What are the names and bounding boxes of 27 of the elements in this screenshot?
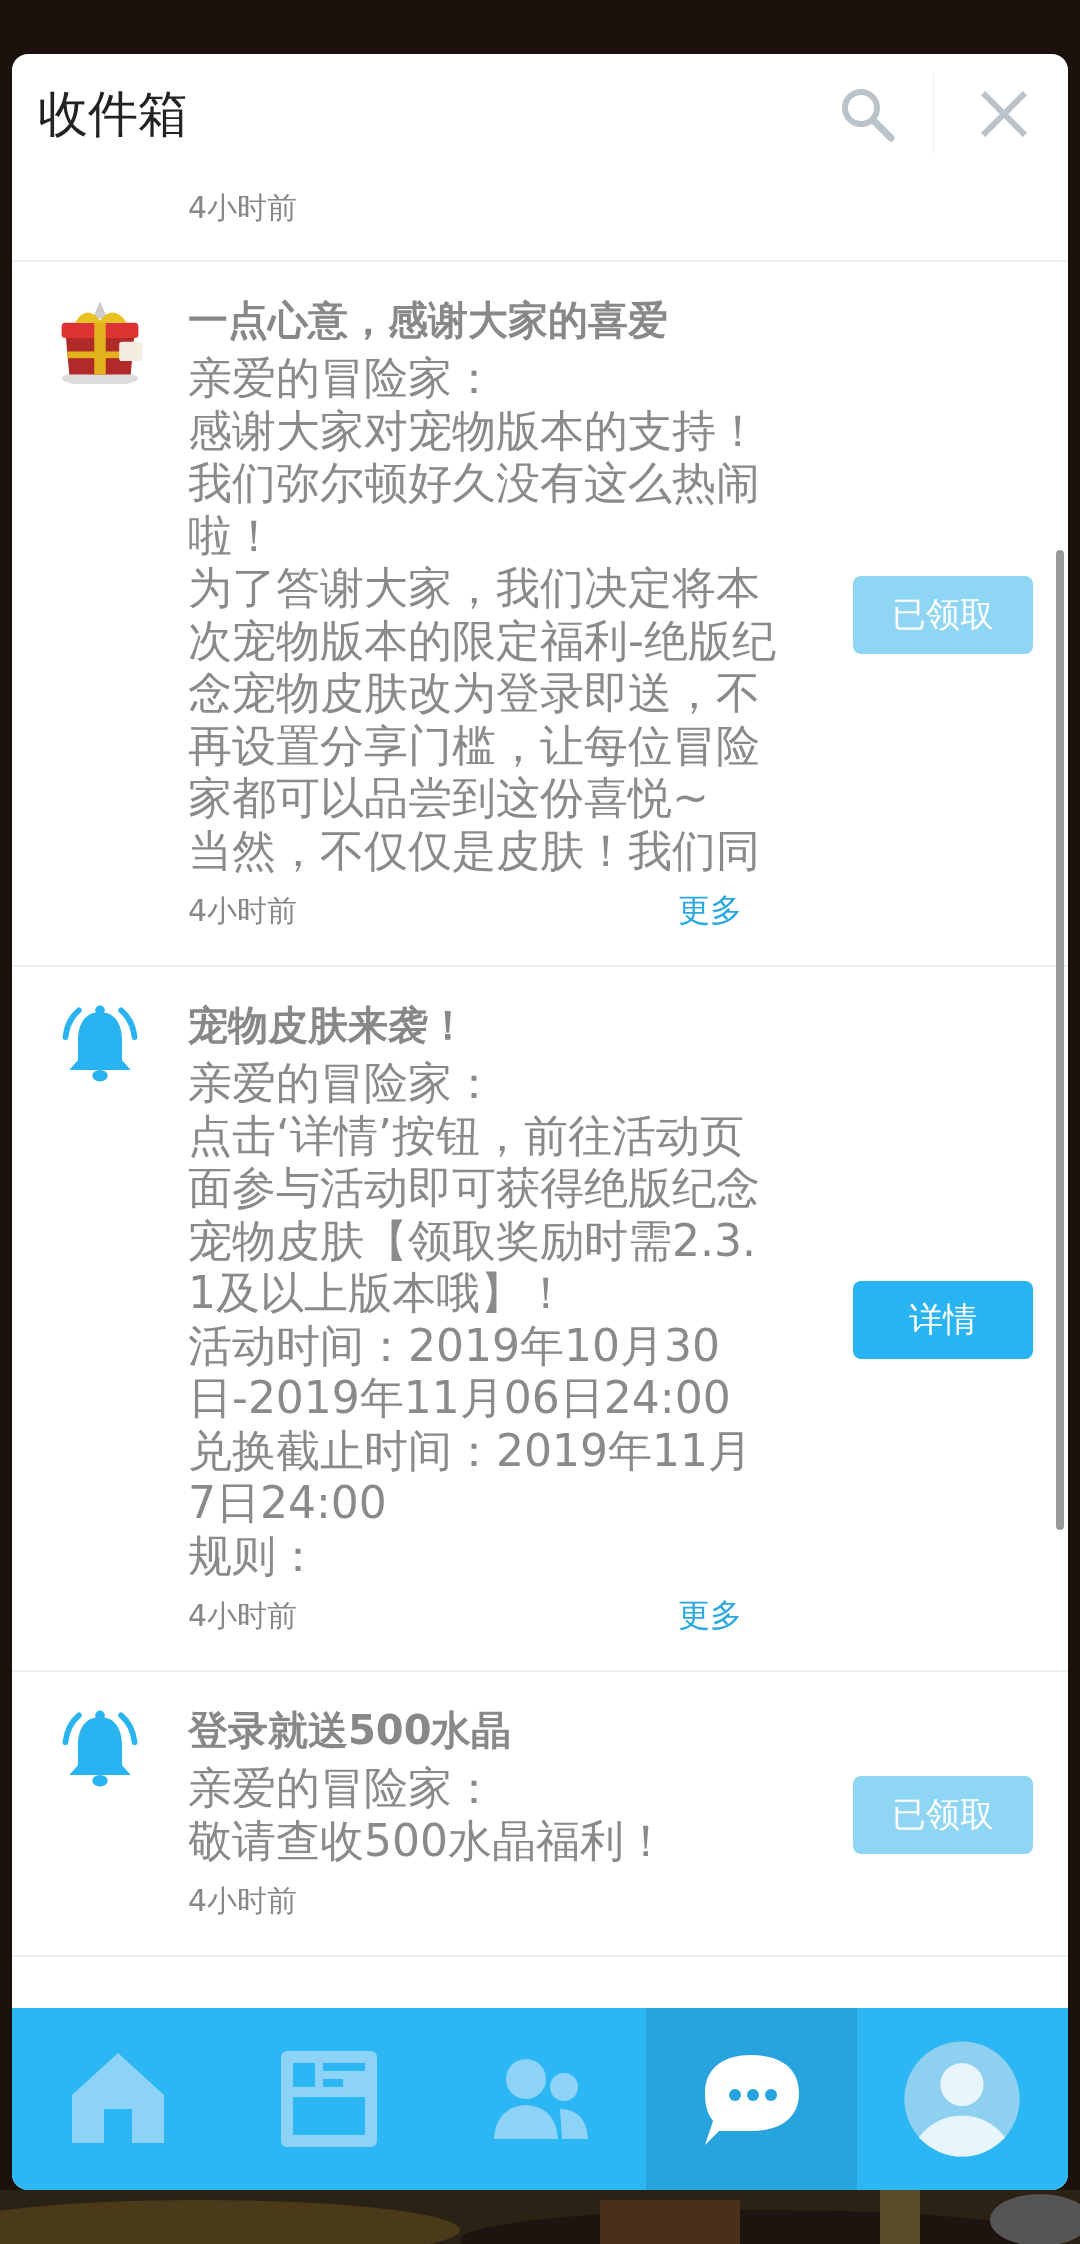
action-button[interactable]: 详情 — [853, 1280, 1033, 1359]
close-icon — [979, 89, 1029, 139]
message-title: 一点心意，感谢大家的喜爱 — [188, 296, 669, 345]
nav-tab[interactable] — [645, 2008, 857, 2190]
message-text: 兑换截止时间：2019年11月7日24:00 — [188, 1424, 753, 1530]
more-link[interactable]: 更多 — [678, 1594, 742, 1638]
message-text: 活动时间：2019年10月30日-2019年11月06日24:00 — [188, 1319, 732, 1425]
message-time: 4小时前 — [188, 188, 299, 227]
message-text: 规则： — [188, 1529, 321, 1582]
message-time: 4小时前 — [188, 1596, 299, 1635]
message-text: 敬请查收500水晶福利！ — [188, 1814, 669, 1867]
message-text: 我们弥尔顿好久没有这么热闹啦！ — [188, 457, 761, 562]
message-time: 4小时前 — [188, 891, 299, 930]
message-text: 为了答谢大家，我们决定将本次宠物版本的限定福利-绝版纪念宠物皮肤改为登录即送，不再设置分享门槛，让每位冒险家都可以品尝到这份喜悦~ — [188, 562, 777, 825]
more-link[interactable]: 更多 — [678, 889, 742, 933]
newspaper-icon — [278, 2049, 379, 2149]
message-time: 4小时前 — [188, 1881, 299, 1920]
message-text: 亲爱的冒险家： — [188, 1762, 497, 1815]
message-title: 登录就送500水晶 — [188, 1706, 513, 1755]
message-text: 点击‘详情’按钮，前往活动页面参与活动即可获得绝版纪念宠物皮肤【领取奖励时需2.3.1及以上版本哦】！ — [188, 1109, 761, 1320]
message-title: 宠物皮肤来袭！ — [188, 1001, 469, 1050]
message-text: 当然，不仅仅是皮肤！我们同 — [188, 824, 761, 877]
message-text: 亲爱的冒险家： — [188, 1057, 497, 1110]
avatar-icon — [902, 2039, 1023, 2159]
message-text: 亲爱的冒险家： — [188, 352, 497, 405]
message-text: 感谢大家对宠物版本的支持！ — [188, 404, 761, 457]
window-title: 收件箱 — [38, 83, 189, 145]
